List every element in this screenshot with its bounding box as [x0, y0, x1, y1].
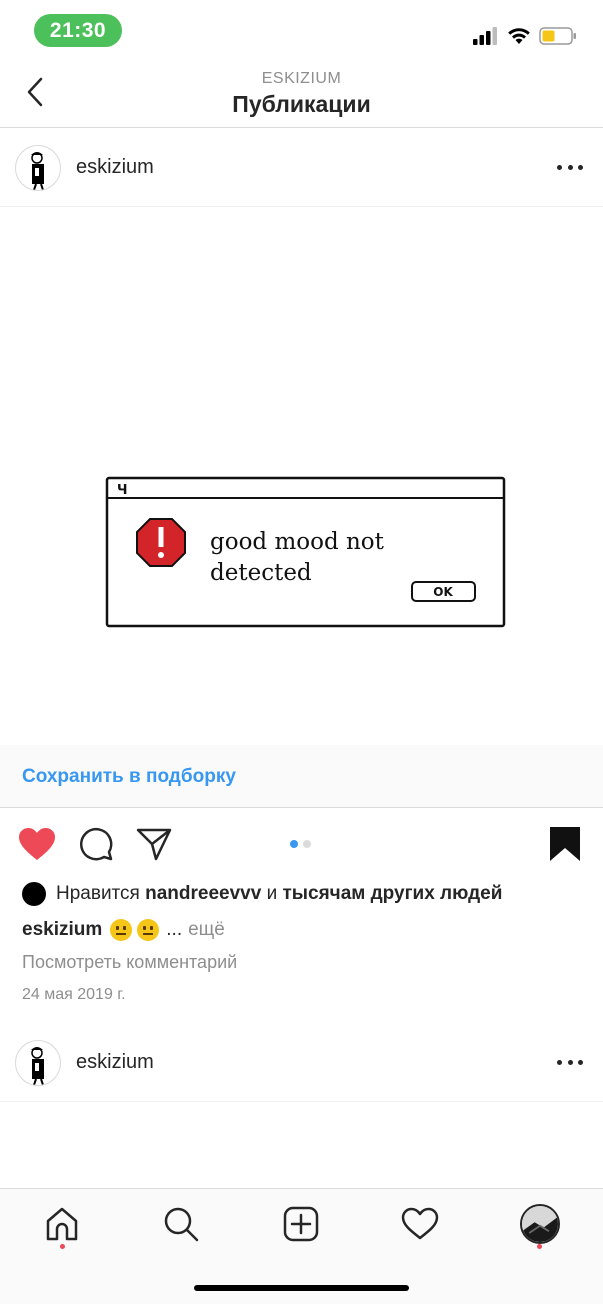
page-title: Публикации — [232, 91, 371, 117]
signal-icon — [473, 27, 497, 45]
activity-heart-icon — [401, 1207, 439, 1240]
next-post-username[interactable]: eskizium — [76, 1051, 154, 1074]
error-dialog-illustration: Ч good mood not detected OK — [105, 476, 506, 628]
tab-search[interactable] — [158, 1201, 204, 1247]
likes-others-link[interactable]: тысячам других людей — [283, 883, 503, 905]
add-post-icon — [283, 1206, 319, 1242]
send-paper-plane-icon — [136, 828, 172, 861]
search-icon — [164, 1207, 199, 1242]
profile-avatar — [522, 1206, 558, 1242]
avatar[interactable] — [15, 145, 61, 191]
comment-button[interactable] — [76, 824, 116, 864]
more-dot — [578, 164, 583, 170]
tab-home[interactable] — [39, 1201, 85, 1247]
tab-profile[interactable] — [520, 1204, 560, 1244]
home-icon — [46, 1207, 78, 1241]
heart-filled-icon — [19, 828, 55, 860]
more-options-button[interactable] — [557, 157, 583, 177]
nav-header: ESKIZIUM Публикации — [0, 60, 603, 128]
more-options-button[interactable] — [557, 1052, 583, 1072]
carousel-indicator — [290, 840, 311, 848]
bookmark-button[interactable] — [545, 824, 585, 864]
bookmark-filled-icon — [550, 827, 580, 861]
carousel-dot — [303, 840, 311, 848]
neutral-face-emoji — [137, 919, 160, 941]
wifi-icon — [508, 28, 530, 44]
more-dot — [567, 164, 573, 170]
likes-conjunction: и — [266, 883, 278, 904]
more-dot — [557, 1059, 562, 1065]
caption-username[interactable]: eskizium — [22, 919, 102, 941]
home-indicator[interactable] — [194, 1285, 409, 1291]
sketch-avatar-icon — [31, 152, 44, 190]
status-time: 21:30 — [34, 14, 122, 47]
status-bar: 21:30 — [0, 0, 603, 60]
dialog-message-line2: detected — [210, 560, 312, 586]
more-dot — [557, 164, 562, 170]
home-notification-dot — [60, 1244, 65, 1249]
dialog-title: Ч — [117, 483, 128, 498]
post-username[interactable]: eskizium — [76, 156, 154, 179]
like-button[interactable] — [17, 824, 57, 864]
status-icons — [473, 24, 577, 48]
error-stop-sign-icon — [136, 518, 186, 567]
more-dot — [567, 1059, 573, 1065]
likes-line: Нравится nandreeevvv и тысячам других лю… — [22, 880, 502, 908]
more-dot — [578, 1059, 583, 1065]
post-header: eskizium — [0, 129, 603, 207]
next-post-header: eskizium — [0, 1024, 603, 1102]
profile-notification-dot — [537, 1244, 542, 1249]
battery-low-power-icon — [539, 27, 576, 45]
caption-ellipsis: ... — [166, 919, 183, 940]
comment-bubble-icon — [79, 827, 113, 861]
carousel-dot-active — [290, 840, 298, 848]
neutral-face-emoji — [110, 919, 133, 941]
liker-avatar[interactable] — [22, 882, 46, 906]
likes-prefix: Нравится — [56, 883, 140, 904]
caption-more-link[interactable]: ещё — [188, 919, 225, 941]
tab-activity[interactable] — [397, 1201, 443, 1247]
liker-username[interactable]: nandreeevvv — [145, 883, 261, 905]
tab-new-post[interactable] — [278, 1201, 324, 1247]
post-date: 24 мая 2019 г. — [22, 986, 126, 1003]
post-actions — [0, 820, 603, 870]
sketch-avatar-icon — [31, 1047, 44, 1085]
view-comments-link[interactable]: Посмотреть комментарий — [22, 952, 237, 973]
dialog-message-line1: good mood not — [210, 529, 385, 555]
dialog-ok-button: OK — [433, 585, 453, 599]
nav-subtitle: ESKIZIUM — [261, 70, 342, 87]
avatar[interactable] — [15, 1040, 61, 1086]
post-caption: eskizium ... ещё — [22, 916, 225, 944]
save-to-collection-link[interactable]: Сохранить в подборку — [22, 766, 236, 788]
save-to-collection-bar: Сохранить в подборку — [0, 745, 603, 808]
post-image[interactable]: Ч good mood not detected OK — [0, 207, 603, 745]
share-button[interactable] — [134, 824, 174, 864]
